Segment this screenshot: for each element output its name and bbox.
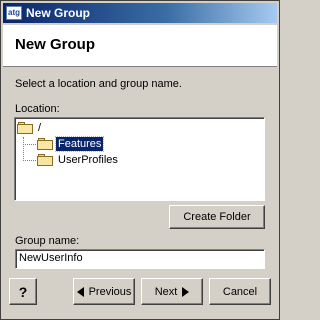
window-title: New Group [26, 6, 91, 20]
wizard-header: New Group [3, 25, 277, 67]
tree-node-root[interactable]: / [17, 120, 43, 136]
tree-node-userprofiles[interactable]: UserProfiles [37, 152, 120, 168]
new-group-dialog: atg New Group New Group Select a locatio… [0, 0, 280, 320]
arrow-left-icon [76, 286, 84, 297]
group-name-label: Group name: [15, 235, 80, 247]
previous-button-label: Previous [88, 285, 132, 298]
page-title: New Group [15, 36, 96, 53]
tree-connector-line [23, 137, 24, 161]
tree-node-label: / [38, 122, 42, 134]
group-name-field[interactable]: NewUserInfo [15, 249, 265, 269]
tree-node-features[interactable]: Features [37, 136, 105, 152]
next-button-label: Next [154, 285, 178, 298]
location-label: Location: [15, 103, 60, 115]
create-folder-button[interactable]: Create Folder [169, 205, 265, 229]
next-button[interactable]: Next [141, 278, 203, 305]
help-button[interactable]: ? [9, 278, 37, 305]
folder-icon [37, 154, 53, 166]
previous-button[interactable]: Previous [73, 278, 135, 305]
arrow-right-icon [182, 286, 190, 297]
tree-node-label: Features [54, 136, 105, 152]
folder-open-icon [17, 122, 33, 134]
tree-connector-line [23, 160, 36, 161]
folder-open-icon [37, 138, 53, 150]
instructions-text: Select a location and group name. [15, 78, 182, 90]
title-bar[interactable]: atg New Group [3, 3, 277, 23]
cancel-button[interactable]: Cancel [209, 278, 271, 305]
tree-connector-line [23, 144, 36, 145]
tree-node-label: UserProfiles [58, 154, 118, 166]
app-logo-icon: atg [6, 6, 22, 20]
